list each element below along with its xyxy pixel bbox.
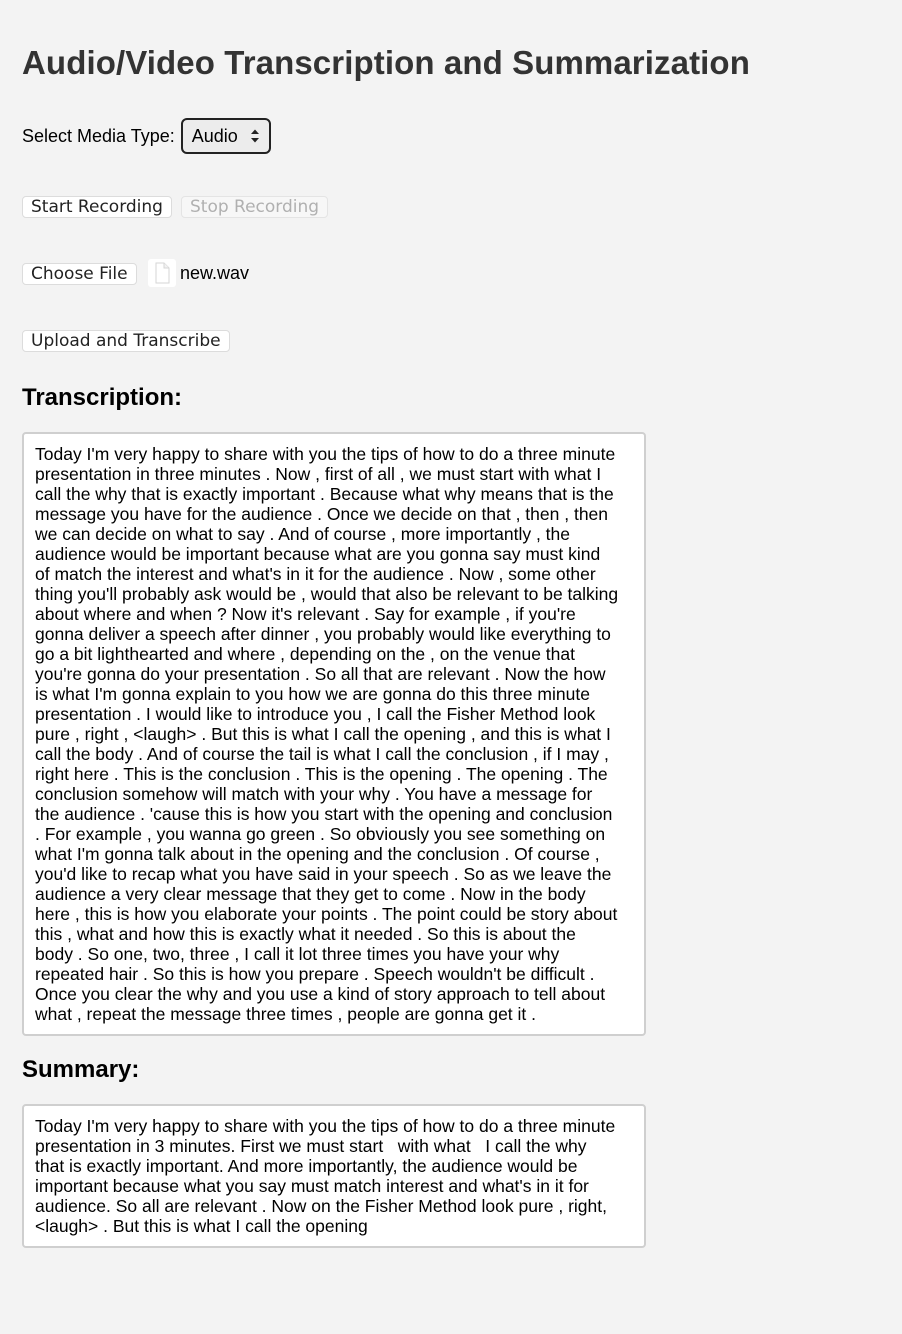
media-type-row: Select Media Type: Audio [22, 118, 271, 154]
media-type-select[interactable]: Audio [180, 118, 271, 154]
start-recording-button[interactable]: Start Recording [22, 196, 172, 218]
media-type-label: Select Media Type: [22, 125, 175, 146]
summary-textarea[interactable]: Today I'm very happy to share with you t… [22, 1104, 646, 1248]
selected-file-name: new.wav [180, 263, 250, 283]
file-icon [148, 259, 176, 287]
page-title: Audio/Video Transcription and Summarizat… [22, 44, 750, 81]
stop-recording-button[interactable]: Stop Recording [181, 196, 329, 218]
upload-transcribe-button[interactable]: Upload and Transcribe [22, 330, 230, 352]
summary-heading: Summary: [22, 1056, 140, 1083]
media-type-selected-value: Audio [191, 125, 238, 146]
transcription-textarea[interactable]: Today I'm very happy to share with you t… [22, 432, 646, 1036]
transcription-heading: Transcription: [22, 384, 183, 411]
select-arrows-icon [250, 129, 259, 143]
choose-file-button[interactable]: Choose File [22, 263, 137, 285]
